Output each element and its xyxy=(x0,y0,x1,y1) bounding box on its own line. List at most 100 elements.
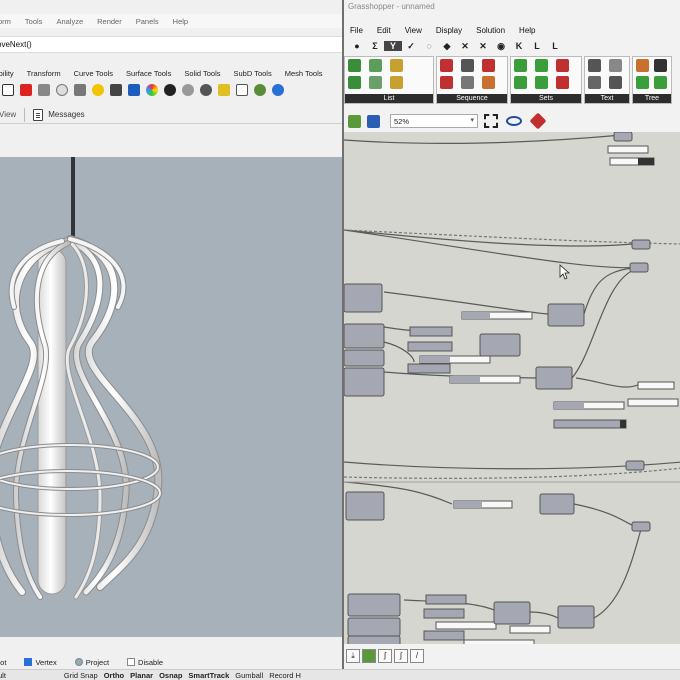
component-big[interactable] xyxy=(344,283,383,313)
range-icon[interactable] xyxy=(461,59,474,72)
panel[interactable] xyxy=(423,630,465,641)
color-swatch-icon[interactable] xyxy=(128,84,140,96)
slider[interactable] xyxy=(553,419,627,429)
zoom-extents-icon[interactable] xyxy=(484,114,498,128)
grasshopper-icon[interactable] xyxy=(254,84,266,96)
slider-grip[interactable] xyxy=(638,158,654,165)
sphere-render-icon[interactable] xyxy=(164,84,176,96)
jitter-icon[interactable] xyxy=(482,76,495,89)
help-icon[interactable] xyxy=(272,84,284,96)
component-node[interactable] xyxy=(557,605,595,629)
tab-view[interactable]: View xyxy=(0,110,16,119)
search-icon[interactable] xyxy=(56,84,68,96)
simplify-tree-icon[interactable] xyxy=(654,76,667,89)
save-file-icon[interactable] xyxy=(367,114,380,128)
shift-list-icon[interactable] xyxy=(369,76,382,89)
list-length-icon[interactable] xyxy=(369,59,382,72)
car-icon[interactable] xyxy=(20,84,32,96)
component-node[interactable] xyxy=(625,460,645,471)
component-big[interactable] xyxy=(344,349,385,367)
component-node[interactable] xyxy=(631,521,651,532)
tab-mesh-tools[interactable]: Mesh Tools xyxy=(285,69,323,78)
osnap-item[interactable]: hot xyxy=(0,658,15,667)
zoom-select[interactable]: 52% xyxy=(390,114,478,128)
command-history[interactable]: oveNext() xyxy=(0,36,342,53)
slider[interactable] xyxy=(637,381,675,390)
slider[interactable] xyxy=(607,145,649,154)
component-node[interactable] xyxy=(493,601,531,625)
checkbox-icon[interactable] xyxy=(24,658,33,666)
osnap-project[interactable]: Project xyxy=(74,658,118,667)
panel[interactable] xyxy=(425,594,467,605)
component-node[interactable] xyxy=(479,333,521,357)
menu-panels[interactable]: Panels xyxy=(136,17,159,26)
concat-icon[interactable] xyxy=(588,59,601,72)
radio-icon[interactable] xyxy=(74,658,83,666)
panel[interactable] xyxy=(407,363,451,374)
tab-mesh[interactable]: ✕ xyxy=(456,41,474,52)
osnap-disable[interactable]: Disable xyxy=(127,658,172,667)
move-icon[interactable] xyxy=(38,84,50,96)
material-ball-icon[interactable] xyxy=(146,84,158,96)
explode-tree-icon[interactable] xyxy=(636,76,649,89)
set-union-icon[interactable] xyxy=(514,59,527,72)
status-grid-snap[interactable]: Grid Snap xyxy=(64,671,98,680)
tab-curve[interactable]: ◌ xyxy=(420,41,438,51)
status-ortho[interactable]: Ortho xyxy=(104,671,124,680)
status-osnap[interactable]: Osnap xyxy=(159,671,182,680)
preview-eye-icon[interactable] xyxy=(506,116,522,126)
panel[interactable] xyxy=(423,608,465,619)
component-icon[interactable] xyxy=(362,649,376,663)
tab-kangaroo[interactable]: K xyxy=(510,41,528,51)
arrow-yellow-icon[interactable] xyxy=(218,84,230,96)
lock-icon[interactable] xyxy=(110,84,122,96)
sphere-icon[interactable] xyxy=(182,84,194,96)
tab-maths[interactable]: Σ xyxy=(366,41,384,51)
status-record-history[interactable]: Record H xyxy=(269,671,301,680)
slider[interactable] xyxy=(509,625,551,634)
random-icon[interactable] xyxy=(482,59,495,72)
menu-analyze[interactable]: Analyze xyxy=(56,17,83,26)
grid-icon[interactable] xyxy=(2,84,14,96)
layers-icon[interactable] xyxy=(74,84,86,96)
menu-file[interactable]: File xyxy=(350,26,363,35)
tab-vector[interactable]: ✓ xyxy=(402,41,420,52)
slider-grip[interactable] xyxy=(620,420,626,428)
curve-tool-icon[interactable]: ∫ xyxy=(394,649,408,663)
slider[interactable] xyxy=(435,621,497,630)
graft-tree-icon[interactable] xyxy=(654,59,667,72)
menu-edit[interactable]: Edit xyxy=(377,26,391,35)
status-planar[interactable]: Planar xyxy=(130,671,153,680)
pen-tool-icon[interactable]: / xyxy=(410,649,424,663)
fibonacci-icon[interactable] xyxy=(461,76,474,89)
component-big[interactable] xyxy=(347,617,401,637)
component-big[interactable] xyxy=(344,367,385,397)
case-icon[interactable] xyxy=(609,76,622,89)
flatten-tree-icon[interactable] xyxy=(636,59,649,72)
component-node[interactable] xyxy=(631,239,651,250)
component-node[interactable] xyxy=(613,132,633,142)
sketch-pen-icon[interactable] xyxy=(529,112,547,130)
tab-intersect[interactable]: ✕ xyxy=(474,41,492,52)
tab-params[interactable]: ● xyxy=(348,41,366,51)
menu-help[interactable]: Help xyxy=(173,17,188,26)
set-diff-icon[interactable] xyxy=(556,59,569,72)
definition-canvas[interactable] xyxy=(344,132,680,644)
tab-surface[interactable]: ◆ xyxy=(438,41,456,52)
perspective-viewport[interactable] xyxy=(0,157,342,637)
menu-help[interactable]: Help xyxy=(519,26,535,35)
open-file-icon[interactable] xyxy=(348,114,361,128)
list-insert-icon[interactable] xyxy=(390,59,403,72)
tab-messages[interactable]: Messages xyxy=(48,110,84,119)
series-icon[interactable] xyxy=(440,59,453,72)
script-icon[interactable]: ʃ xyxy=(378,649,392,663)
tab-l2[interactable]: L xyxy=(546,41,564,51)
replace-icon[interactable] xyxy=(535,76,548,89)
slider[interactable] xyxy=(463,639,535,644)
checkbox-icon[interactable] xyxy=(127,658,136,666)
duplicates-icon[interactable] xyxy=(556,76,569,89)
tab-subd-tools[interactable]: SubD Tools xyxy=(234,69,272,78)
component-big[interactable] xyxy=(347,635,401,644)
tab-l1[interactable]: L xyxy=(528,41,546,51)
format-icon[interactable] xyxy=(609,59,622,72)
